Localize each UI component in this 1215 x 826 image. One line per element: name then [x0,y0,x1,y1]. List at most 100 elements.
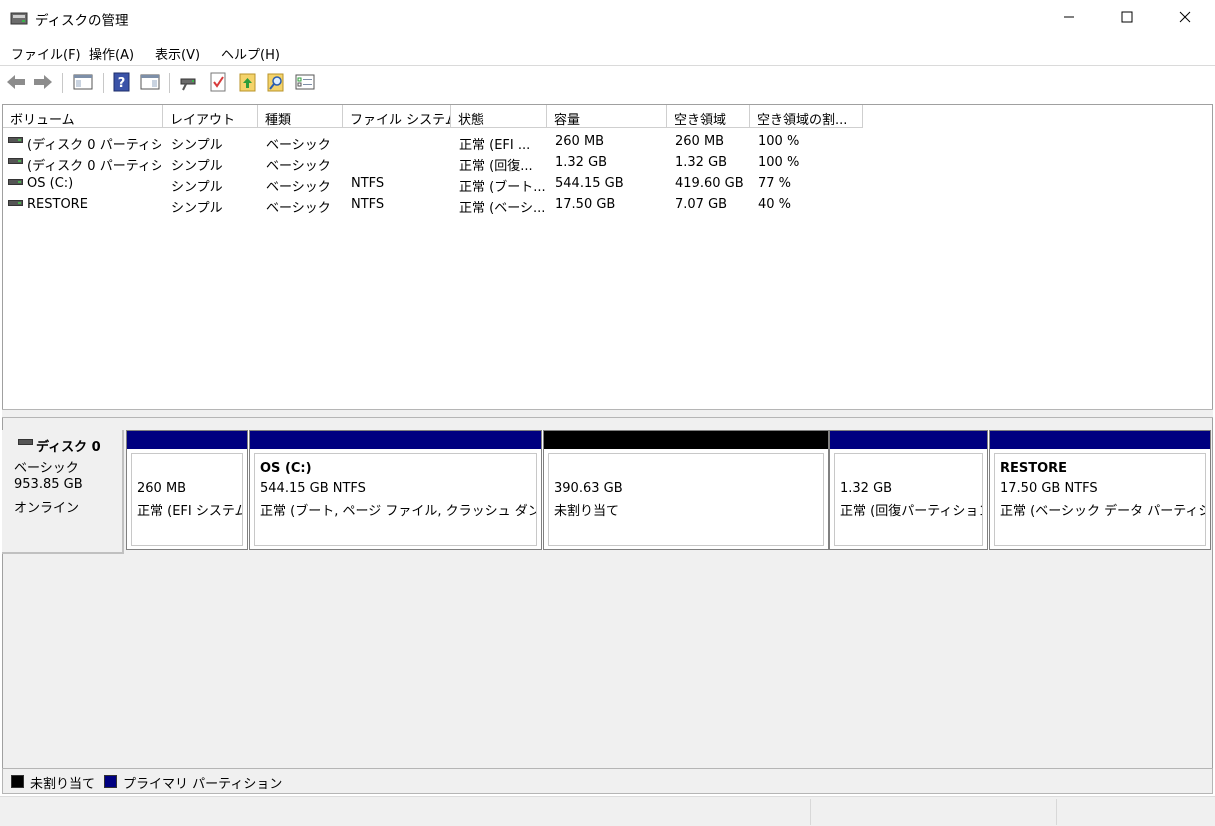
partition-recovery[interactable]: 1.32 GB 正常 (回復パーティション [829,430,988,550]
partition-restore[interactable]: RESTORE 17.50 GB NTFS 正常 (ベーシック データ パーティ… [989,430,1211,550]
partition-unallocated[interactable]: 390.63 GB 未割り当て [543,430,829,550]
minimize-button[interactable] [1041,0,1099,36]
menu-file[interactable]: ファイル(F) [11,44,81,63]
properties-icon[interactable] [294,71,316,93]
column-layout[interactable]: レイアウト [163,105,258,128]
legend-swatch-unallocated [11,775,24,788]
column-volume[interactable]: ボリューム [3,105,163,128]
partition-efi[interactable]: 260 MB 正常 (EFI システム [126,430,248,550]
cell-layout: シンプル [171,201,223,216]
partition-body: RESTORE 17.50 GB NTFS 正常 (ベーシック データ パーティ… [994,453,1206,546]
cell-free-space: 7.07 GB [675,197,728,212]
disk-0-partitions: 260 MB 正常 (EFI システム OS (C:) 544.15 GB NT… [126,430,1211,550]
partition-bar [830,431,987,449]
connect-disk-icon[interactable] [178,71,200,93]
close-button[interactable] [1157,0,1215,36]
cell-layout: シンプル [171,180,223,195]
partition-body: OS (C:) 544.15 GB NTFS 正常 (ブート, ページ ファイル… [254,453,537,546]
cell-capacity: 260 MB [555,134,605,149]
partition-status: 正常 (ベーシック データ パーティション [1000,504,1205,519]
menu-action[interactable]: 操作(A) [89,44,134,63]
cell-type: ベーシック [266,159,331,174]
column-free-percent[interactable]: 空き領域の割... [750,105,863,128]
cell-volume: (ディスク 0 パーティショ... [27,138,161,153]
table-row[interactable]: (ディスク 0 パーティショ... シンプル ベーシック 正常 (回復... 1… [3,152,1212,174]
volume-icon [8,158,23,164]
cell-free-percent: 77 % [758,176,792,191]
column-capacity[interactable]: 容量 [547,105,667,128]
partition-status: 正常 (EFI システム [137,504,243,519]
cell-type: ベーシック [266,138,331,153]
maximize-button[interactable] [1099,0,1157,36]
close-icon [1179,11,1191,23]
legend-label-unallocated: 未割り当て [30,777,96,792]
partition-bar [127,431,247,449]
legend: 未割り当て プライマリ パーティション [2,768,1213,794]
cell-free-space: 419.60 GB [675,176,744,191]
cell-free-percent: 100 % [758,134,800,149]
status-separator [810,799,811,825]
cell-capacity: 17.50 GB [555,197,616,212]
cell-status: 正常 (ベーシ... [459,201,545,216]
cell-status: 正常 (EFI ... [459,138,531,153]
check-properties-icon[interactable] [207,71,229,93]
disk-state: オンライン [14,501,80,516]
show-hide-console-tree-icon[interactable] [72,71,94,93]
volume-icon [8,179,23,185]
partition-size: 17.50 GB NTFS [1000,481,1098,496]
partition-body: 260 MB 正常 (EFI システム [131,453,243,546]
cell-capacity: 1.32 GB [555,155,608,170]
disk-title: ディスク 0 [36,440,101,455]
partition-size: 1.32 GB [840,481,893,496]
help-icon[interactable]: ? [111,71,133,93]
disk-0-label[interactable]: ディスク 0 ベーシック 953.85 GB オンライン [2,430,124,554]
partition-os[interactable]: OS (C:) 544.15 GB NTFS 正常 (ブート, ページ ファイル… [249,430,542,550]
partition-size: 260 MB [137,481,187,496]
cell-type: ベーシック [266,180,331,195]
find-icon[interactable] [265,71,287,93]
export-list-icon[interactable] [237,71,259,93]
volume-icon [8,200,23,206]
menu-view[interactable]: 表示(V) [155,44,200,63]
cell-volume: RESTORE [27,197,88,212]
minimize-icon [1064,16,1074,18]
column-file-system[interactable]: ファイル システム [343,105,451,128]
toolbar-separator [103,73,104,93]
toolbar-separator [62,73,63,93]
partition-name: OS (C:) [260,461,312,476]
menu-bar: ファイル(F) 操作(A) 表示(V) ヘルプ(H) [0,39,1215,66]
partition-body: 1.32 GB 正常 (回復パーティション [834,453,983,546]
volume-icon [8,137,23,143]
column-free-space[interactable]: 空き領域 [667,105,750,128]
status-bar [0,796,1215,826]
cell-layout: シンプル [171,159,223,174]
svg-text:?: ? [118,76,126,91]
cell-volume: (ディスク 0 パーティショ... [27,159,161,174]
partition-bar [250,431,541,449]
back-arrow-icon[interactable] [5,71,27,93]
maximize-icon [1121,11,1133,23]
status-separator [1056,799,1057,825]
menu-help[interactable]: ヘルプ(H) [221,44,280,63]
volume-list[interactable]: ボリューム レイアウト 種類 ファイル システム 状態 容量 空き領域 空き領域… [2,104,1213,414]
show-hide-action-pane-icon[interactable] [139,71,161,93]
partition-bar [990,431,1210,449]
disk-icon [18,439,33,445]
pane-splitter[interactable] [2,409,1213,418]
toolbar: ? [0,67,1215,98]
partition-status: 正常 (ブート, ページ ファイル, クラッシュ ダンプ, ベー [260,504,536,519]
cell-free-percent: 100 % [758,155,800,170]
list-header: ボリューム レイアウト 種類 ファイル システム 状態 容量 空き領域 空き領域… [3,105,1212,128]
cell-volume: OS (C:) [27,176,74,191]
table-row[interactable]: (ディスク 0 パーティショ... シンプル ベーシック 正常 (EFI ...… [3,131,1212,153]
column-type[interactable]: 種類 [258,105,343,128]
partition-status: 正常 (回復パーティション [840,504,983,519]
cell-type: ベーシック [266,201,331,216]
forward-arrow-icon[interactable] [32,71,54,93]
column-status[interactable]: 状態 [451,105,547,128]
table-row[interactable]: RESTORE シンプル ベーシック NTFS 正常 (ベーシ... 17.50… [3,194,1212,216]
table-row[interactable]: OS (C:) シンプル ベーシック NTFS 正常 (ブート... 544.1… [3,173,1212,195]
window-title: ディスクの管理 [35,13,129,29]
partition-size: 544.15 GB NTFS [260,481,366,496]
disk-type: ベーシック [14,461,79,476]
